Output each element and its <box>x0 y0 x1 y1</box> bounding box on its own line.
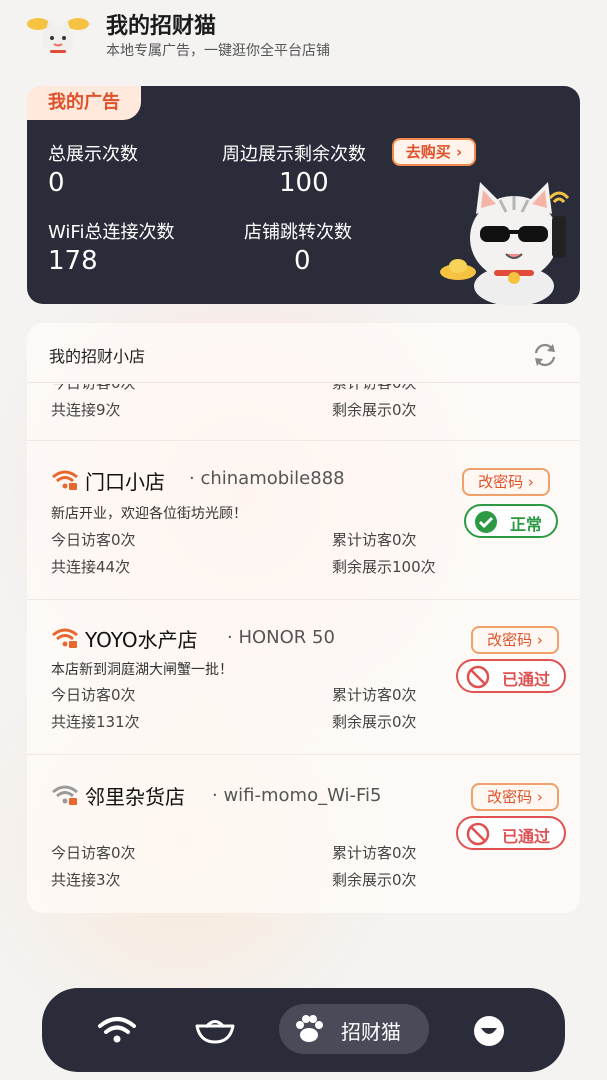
change-password-button[interactable]: 改密码 › <box>471 626 559 654</box>
shop-ssid: · chinamobile888 <box>189 468 345 489</box>
total-impressions-value: 0 <box>48 168 65 198</box>
buy-button[interactable]: 去购买 › <box>392 138 476 166</box>
shop-ssid: · HONOR 50 <box>227 627 335 648</box>
change-password-label: 改密码 <box>487 788 533 806</box>
partial-remaining: 剩余展示0次 <box>332 401 417 419</box>
change-password-button[interactable]: 改密码 › <box>471 783 559 811</box>
shop-description: 本店新到洞庭湖大闸蟹一批！ <box>51 662 233 678</box>
bottom-nav: 招财猫 <box>42 988 565 1072</box>
change-password-label: 改密码 <box>478 473 524 491</box>
wifi-locked-icon <box>52 470 78 490</box>
gold-ingot-icon[interactable] <box>194 1014 236 1046</box>
chevron-right-icon: › <box>456 143 463 161</box>
total-visitors: 累计访客0次 <box>332 531 417 549</box>
buy-button-label: 去购买 <box>405 143 451 161</box>
wifi-connections-label: WiFi总连接次数 <box>48 222 175 243</box>
shop-jumps-value: 0 <box>294 246 311 276</box>
change-password-button[interactable]: 改密码 › <box>462 468 550 496</box>
remaining-impressions: 剩余展示0次 <box>332 713 417 731</box>
shop-name: YOYO水产店 <box>85 628 198 652</box>
prohibited-icon <box>466 822 490 846</box>
nearby-remaining-label: 周边展示剩余次数 <box>222 144 366 165</box>
wifi-connections-value: 178 <box>48 246 98 276</box>
shop-jumps-label: 店铺跳转次数 <box>244 222 352 243</box>
status-text: 已通过 <box>502 670 551 689</box>
status-badge: 正常 <box>464 504 558 538</box>
smile-face-icon[interactable] <box>472 1014 506 1048</box>
change-password-label: 改密码 <box>487 631 533 649</box>
shop-ssid: · wifi-momo_Wi-Fi5 <box>212 785 382 806</box>
status-badge: 已通过 <box>456 816 566 850</box>
chevron-right-icon: › <box>536 631 543 649</box>
nav-item-lucky-cat[interactable]: 招财猫 <box>279 1004 429 1054</box>
today-visitors: 今日访客0次 <box>51 844 136 862</box>
wifi-icon[interactable] <box>98 1016 136 1044</box>
check-circle-icon <box>475 511 497 533</box>
connections-count: 共连接44次 <box>51 558 131 576</box>
today-visitors: 今日访客0次 <box>51 686 136 704</box>
status-text: 已通过 <box>502 827 551 846</box>
paw-icon <box>296 1015 323 1042</box>
prohibited-icon <box>466 665 490 689</box>
partial-connections: 共连接9次 <box>51 401 121 419</box>
refresh-icon[interactable] <box>531 341 559 369</box>
wifi-locked-icon <box>52 628 78 648</box>
status-text: 正常 <box>510 515 543 534</box>
wifi-locked-icon <box>52 785 78 805</box>
page-title: 我的招财猫 <box>106 14 217 39</box>
connections-count: 共连接3次 <box>51 871 121 889</box>
shop-description: 新店开业，欢迎各位街坊光顾！ <box>51 506 247 522</box>
status-badge: 已通过 <box>456 659 566 693</box>
connections-count: 共连接131次 <box>51 713 140 731</box>
shop-list[interactable]: 今日访客0次 累计访客0次 共连接9次 剩余展示0次 门口小店 · chinam… <box>27 384 580 913</box>
partial-today-visitors: 今日访客0次 <box>51 384 136 393</box>
lucky-cat-logo-icon <box>27 18 89 54</box>
remaining-impressions: 剩余展示100次 <box>332 558 436 576</box>
sunglasses-cat-mascot-icon <box>440 182 570 306</box>
today-visitors: 今日访客0次 <box>51 531 136 549</box>
total-visitors: 累计访客0次 <box>332 686 417 704</box>
nav-item-label: 招财猫 <box>341 1020 401 1044</box>
divider <box>27 599 580 600</box>
divider <box>27 440 580 441</box>
page-subtitle: 本地专属广告，一键逛你全平台店铺 <box>106 43 330 59</box>
chevron-right-icon: › <box>527 473 534 491</box>
total-visitors: 累计访客0次 <box>332 844 417 862</box>
nearby-remaining-value: 100 <box>279 168 329 198</box>
chevron-right-icon: › <box>536 788 543 806</box>
partial-total-visitors: 累计访客0次 <box>332 384 417 393</box>
remaining-impressions: 剩余展示0次 <box>332 871 417 889</box>
my-ads-tag: 我的广告 <box>27 86 141 120</box>
shop-name: 邻里杂货店 <box>85 785 185 809</box>
shop-panel: 我的招财小店 今日访客0次 累计访客0次 共连接9次 剩余展示0次 门口小店 ·… <box>27 323 580 913</box>
header: 我的招财猫 本地专属广告，一键逛你全平台店铺 <box>0 0 607 80</box>
divider <box>27 754 580 755</box>
shop-panel-header: 我的招财小店 <box>27 323 580 383</box>
total-impressions-label: 总展示次数 <box>48 144 138 165</box>
shop-panel-title: 我的招财小店 <box>49 347 146 366</box>
shop-name: 门口小店 <box>85 470 165 494</box>
